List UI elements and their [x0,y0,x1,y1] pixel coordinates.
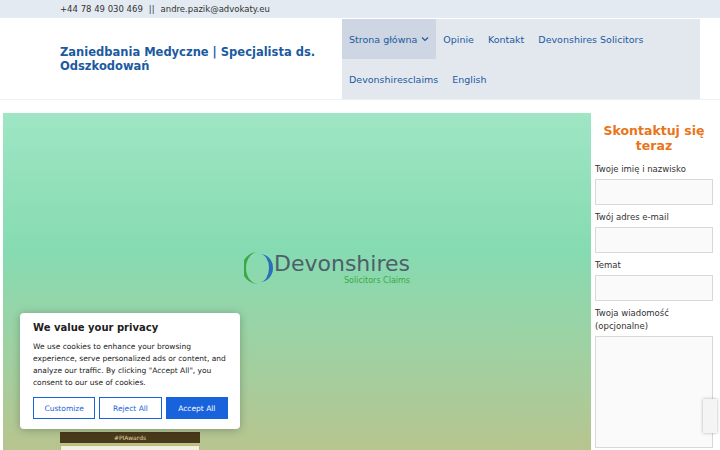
logo-icon [244,251,274,285]
award-badges: #PIAwards [60,432,200,450]
cookie-button[interactable]: Customize [33,397,95,419]
form-field: Twoje imię i nazwisko [595,163,713,205]
form-field: Twój adres e-mail [595,211,713,253]
nav-item[interactable]: Devonshiresclaims [342,59,445,99]
page: +44 78 49 030 469 || andre.pazik@advokaty.… [0,0,720,450]
contact-form: Skontaktuj się teraz Twoje imię i nazwisk… [591,113,717,450]
form-field: Twoja wiadomość (opcjonalne) [595,307,713,448]
separator: || [149,4,155,14]
cookie-text: We use cookies to enhance your browsing … [33,341,228,389]
award-badge-plate [60,445,200,450]
nav-item[interactable]: Opinie [436,19,481,59]
top-bar: +44 78 49 030 469 || andre.pazik@advokaty.… [0,0,720,18]
nav-item[interactable]: English [445,59,493,99]
form-field: Temat [595,259,713,301]
logo-text: Devonshires [274,252,410,276]
field-label: Temat [595,259,713,272]
form-title: Skontaktuj się teraz [595,123,713,153]
field-label: Twoje imię i nazwisko [595,163,713,176]
nav-item[interactable]: Kontakt [481,19,531,59]
cookie-banner: We value your privacy We use cookies to e… [20,313,240,429]
logo-subtitle: Solicitors Claims [344,276,410,285]
text-input[interactable] [595,179,713,205]
logo: DevonshiresSolicitors Claims [244,251,410,285]
phone[interactable]: +44 78 49 030 469 [60,4,143,14]
site-title[interactable]: Zaniedbania Medyczne | Specjalista ds. O… [60,45,342,73]
cookie-button[interactable]: Reject All [99,397,161,419]
text-input[interactable] [595,227,713,253]
cookie-title: We value your privacy [33,322,228,333]
field-label: Twój adres e-mail [595,211,713,224]
nav-item[interactable]: Devonshires Solicitors [531,19,650,59]
chevron-down-icon [421,36,429,42]
main-nav: Strona głównaOpinieKontaktDevonshires So… [342,19,700,99]
email[interactable]: andre.pazik@advokaty.eu [161,4,270,14]
field-label: Twoja wiadomość (opcjonalne) [595,307,713,333]
header: Zaniedbania Medyczne | Specjalista ds. O… [0,18,720,100]
nav-item[interactable]: Strona główna [342,19,436,59]
recaptcha-badge[interactable] [703,399,717,433]
award-badge: #PIAwards [60,432,200,443]
textarea[interactable] [595,336,713,448]
cookie-button[interactable]: Accept All [166,397,228,419]
text-input[interactable] [595,275,713,301]
